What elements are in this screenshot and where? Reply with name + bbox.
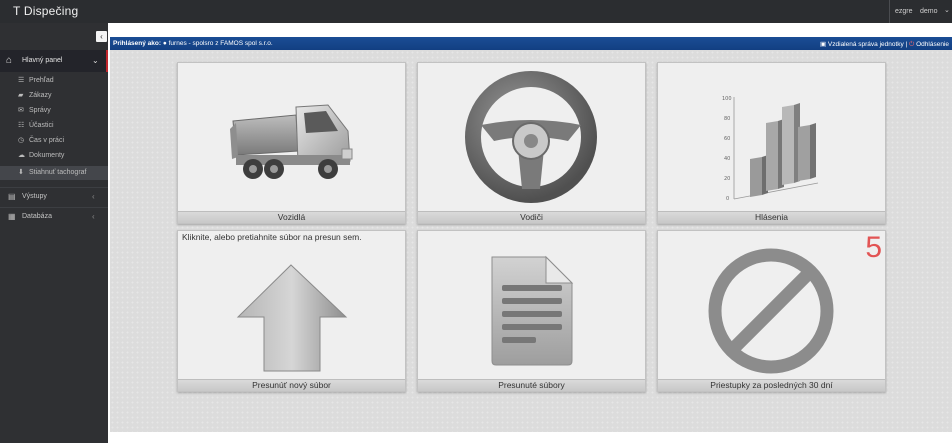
power-icon: ⏻ — [909, 41, 915, 48]
truck-icon — [230, 104, 353, 179]
tile-moved-files[interactable]: Presunuté súbory — [417, 230, 646, 392]
prohibited-icon — [708, 248, 834, 374]
tile-reports[interactable]: 100 80 60 40 20 0 Hlásenia — [657, 62, 886, 224]
tile-vehicles[interactable]: Vozidlá — [177, 62, 406, 224]
sidebar-item-label: Výstupy — [22, 193, 47, 200]
sidebar-item-documents[interactable]: ☁ Dokumenty — [0, 149, 108, 163]
dashboard-stage: Vozidlá Vodiči 100 80 60 40 20 0 Hláseni… — [110, 50, 952, 432]
user-menu[interactable]: ezgre demo ⌄ — [889, 0, 952, 23]
session-info-bar: Prihlásený ako: ● furnes - spolsro z FAM… — [110, 37, 952, 50]
logged-in-value: furnes - spolsro z FAMOS spol s.r.o. — [168, 40, 273, 47]
cloud-icon: ☁ — [18, 152, 25, 159]
sidebar-item-label: Čas v práci — [29, 137, 65, 144]
chart-icon-tick: 20 — [724, 176, 730, 182]
user-name: demo — [920, 8, 938, 15]
sidebar-item-label: Zákazy — [29, 92, 52, 99]
sidebar-item-label: Databáza — [22, 213, 52, 220]
chevron-left-icon: ‹ — [92, 212, 95, 221]
sidebar-item-label: Hlavný panel — [22, 57, 63, 64]
sidebar-item-overview[interactable]: ☰ Prehľad — [0, 74, 108, 88]
remote-management-link[interactable]: Vzdialená správa jednotky — [828, 41, 904, 48]
chart-icon-tick: 80 — [724, 116, 730, 122]
sidebar-item-database[interactable]: ▦ Databáza ‹ — [0, 207, 108, 226]
chevron-down-icon: ⌄ — [944, 7, 950, 14]
bar-chart-icon: 100 80 60 40 20 0 — [722, 96, 819, 202]
steering-wheel-icon — [465, 71, 597, 203]
chart-icon-tick: 0 — [726, 196, 729, 202]
app-title[interactable]: T Dispečing — [13, 4, 78, 18]
logout-link[interactable]: Odhlásenie — [916, 41, 949, 48]
tile-upload-dropzone[interactable]: Kliknite, alebo pretiahnite súbor na pre… — [177, 230, 406, 392]
logged-in-label: Prihlásený ako: — [113, 40, 162, 47]
document-icon — [491, 255, 574, 366]
sidebar-item-label: Účastici — [29, 122, 54, 129]
download-icon: ⬇ — [18, 169, 24, 176]
sidebar-item-dashboard[interactable]: ⌂ Hlavný panel ⌄ — [0, 50, 108, 72]
logged-in-info: Prihlásený ako: ● furnes - spolsro z FAM… — [113, 40, 273, 47]
sidebar-item-label: Dokumenty — [29, 152, 65, 159]
tile-caption: Vodiči — [418, 211, 645, 223]
sidebar-item-orders[interactable]: ▰ Zákazy — [0, 89, 108, 103]
monitor-icon: ▣ — [819, 41, 827, 48]
chart-icon-tick: 40 — [724, 156, 730, 162]
users-icon: ☷ — [18, 122, 25, 129]
chart-icon-tick: 60 — [724, 136, 730, 142]
sidebar-item-outputs[interactable]: ▤ Výstupy ‹ — [0, 187, 108, 206]
folder-icon: ▰ — [18, 92, 24, 99]
bars-icon: ▤ — [8, 192, 16, 201]
chart-icon-tick: 100 — [722, 96, 732, 102]
database-icon: ▦ — [8, 212, 16, 221]
sidebar: ‹ ⌂ Hlavný panel ⌄ ☰ Prehľad ▰ Zákazy ✉ … — [0, 23, 108, 443]
violations-count-badge: 5 — [865, 231, 882, 264]
home-icon: ⌂ — [6, 55, 13, 66]
sidebar-item-label: Prehľad — [29, 77, 54, 84]
tile-caption: Hlásenia — [658, 211, 885, 223]
user-icon: ● — [162, 40, 167, 47]
clock-icon: ◷ — [18, 137, 25, 144]
tile-caption: Presunuté súbory — [418, 379, 645, 391]
tile-drivers[interactable]: Vodiči — [417, 62, 646, 224]
sidebar-item-work-time[interactable]: ◷ Čas v práci — [0, 134, 108, 148]
sidebar-item-label: Stiahnuť tachograf — [29, 169, 87, 176]
tile-caption: Priestupky za posledných 30 dní — [658, 379, 885, 391]
sidebar-item-download-tachograph[interactable]: ⬇ Stiahnuť tachograf — [0, 166, 108, 180]
upload-arrow-icon — [236, 264, 348, 372]
chevron-down-icon: ⌄ — [92, 56, 99, 65]
separator: | — [905, 41, 908, 48]
list-icon: ☰ — [18, 77, 25, 84]
user-label: ezgre — [895, 8, 913, 15]
collapse-sidebar-button[interactable]: ‹ — [96, 31, 107, 42]
sidebar-item-label: Správy — [29, 107, 51, 114]
chevron-left-icon: ‹ — [92, 192, 95, 201]
sidebar-item-participants[interactable]: ☷ Účastici — [0, 119, 108, 133]
tile-caption: Vozidlá — [178, 211, 405, 223]
tile-caption: Presunúť nový súbor — [178, 379, 405, 391]
tile-violations[interactable]: 5 Priestupky za posledných 30 dní — [657, 230, 886, 392]
infobar-actions: ▣ Vzdialená správa jednotky | ⏻ Odhlásen… — [820, 40, 949, 49]
sidebar-item-messages[interactable]: ✉ Správy — [0, 104, 108, 118]
envelope-icon: ✉ — [18, 107, 24, 114]
top-bar: T Dispečing ezgre demo ⌄ — [0, 0, 952, 23]
